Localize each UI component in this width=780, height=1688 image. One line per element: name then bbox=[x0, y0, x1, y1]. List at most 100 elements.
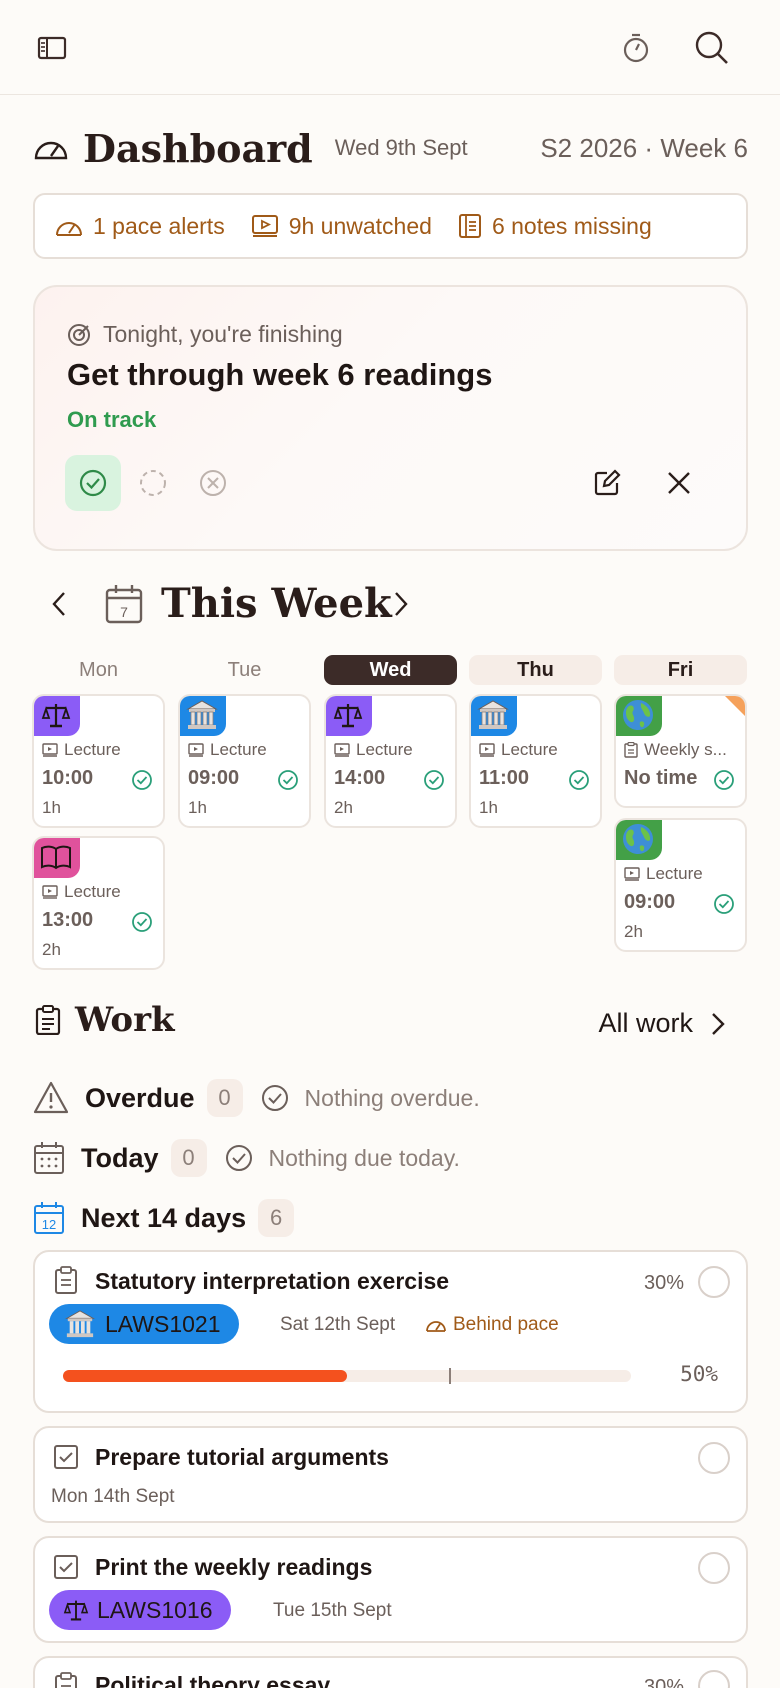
task-card[interactable]: Political theory essay 30% bbox=[33, 1656, 748, 1688]
event-card[interactable]: Lecture 11:00 1h bbox=[469, 694, 602, 828]
task-weight: 30% bbox=[643, 1676, 684, 1688]
check-circle-icon bbox=[568, 769, 590, 791]
chevron-right-icon bbox=[693, 1012, 725, 1036]
alert-unwatched[interactable]: 9h unwatched bbox=[251, 213, 432, 240]
event-card[interactable]: Lecture 09:00 1h bbox=[178, 694, 311, 828]
sidebar-toggle-icon[interactable] bbox=[32, 28, 72, 68]
task-complete-checkbox[interactable] bbox=[698, 1670, 730, 1688]
event-duration: 1h bbox=[42, 798, 61, 817]
task-complete-checkbox[interactable] bbox=[698, 1266, 730, 1298]
event-time: No time bbox=[624, 767, 698, 789]
day-header-wed[interactable]: Wed bbox=[324, 655, 457, 685]
task-due-date: Tue 15th Sept bbox=[273, 1600, 392, 1621]
next-count: 6 bbox=[258, 1199, 295, 1237]
event-duration: 2h bbox=[42, 940, 61, 959]
event-time: 09:00 bbox=[188, 767, 240, 789]
gauge-icon bbox=[425, 1317, 453, 1333]
previous-week-button[interactable] bbox=[41, 586, 77, 622]
notes-icon bbox=[624, 742, 644, 758]
mark-done-button[interactable] bbox=[65, 455, 121, 511]
overdue-row: Overdue 0 Nothing overdue. bbox=[33, 1076, 480, 1120]
gauge-icon bbox=[33, 134, 69, 162]
clipboard-icon bbox=[53, 1672, 79, 1688]
check-circle-icon bbox=[131, 769, 153, 791]
edit-goal-button[interactable] bbox=[579, 455, 635, 511]
overdue-empty: Nothing overdue. bbox=[261, 1084, 480, 1112]
pace-warning: Behind pace bbox=[425, 1314, 559, 1336]
event-time: 14:00 bbox=[334, 767, 386, 789]
tonight-label: Tonight, you're finishing bbox=[67, 321, 343, 348]
check-circle-icon bbox=[423, 769, 445, 791]
day-header-fri[interactable]: Fri bbox=[614, 655, 747, 685]
video-icon bbox=[334, 743, 356, 757]
event-kind: Lecture bbox=[334, 740, 413, 760]
scales-icon bbox=[63, 1598, 97, 1622]
scales-icon bbox=[326, 696, 372, 736]
event-card[interactable]: Lecture 09:00 2h bbox=[614, 818, 747, 952]
event-card[interactable]: Lecture 13:00 2h bbox=[32, 836, 165, 970]
event-kind: Lecture bbox=[42, 740, 121, 760]
day-header-thu[interactable]: Thu bbox=[469, 655, 602, 685]
course-chip[interactable]: LAWS1016 bbox=[49, 1590, 231, 1630]
next-week-button[interactable] bbox=[383, 586, 419, 622]
globe-icon bbox=[616, 696, 662, 736]
task-card[interactable]: Statutory interpretation exercise 30% LA… bbox=[33, 1250, 748, 1413]
alert-pace[interactable]: 1 pace alerts bbox=[55, 213, 225, 240]
calendar-icon: 12 bbox=[33, 1201, 65, 1235]
video-icon bbox=[479, 743, 501, 757]
check-circle-icon bbox=[225, 1144, 269, 1172]
course-chip[interactable]: LAWS1021 bbox=[49, 1304, 239, 1344]
event-time: 10:00 bbox=[42, 767, 94, 789]
event-duration: 1h bbox=[479, 798, 498, 817]
checkbox-icon bbox=[53, 1554, 79, 1580]
day-header-mon[interactable]: Mon bbox=[32, 655, 165, 685]
task-title: Print the weekly readings bbox=[95, 1554, 373, 1580]
event-card[interactable]: Lecture 10:00 1h bbox=[32, 694, 165, 828]
event-duration: 2h bbox=[624, 922, 643, 941]
mark-partial-button[interactable] bbox=[125, 455, 181, 511]
top-bar bbox=[0, 0, 780, 95]
scales-icon bbox=[34, 696, 80, 736]
overdue-count: 0 bbox=[206, 1079, 243, 1117]
task-card[interactable]: Print the weekly readings LAWS1016 Tue 1… bbox=[33, 1536, 748, 1643]
check-circle-icon bbox=[261, 1084, 305, 1112]
event-time: 11:00 bbox=[479, 767, 530, 789]
next-label: Next 14 days bbox=[81, 1202, 247, 1233]
event-card[interactable]: Lecture 14:00 2h bbox=[324, 694, 457, 828]
event-duration: 1h bbox=[188, 798, 207, 817]
week-header: 7 This Week bbox=[33, 574, 748, 634]
event-kind: Lecture bbox=[188, 740, 267, 760]
day-header-tue[interactable]: Tue bbox=[178, 655, 311, 685]
next-14-days-row: 12 Next 14 days 6 bbox=[33, 1196, 295, 1240]
task-weight: 30% bbox=[643, 1272, 684, 1294]
term-week: S2 2026 · Week 6 bbox=[540, 132, 748, 163]
close-icon[interactable] bbox=[651, 455, 707, 511]
work-header: Work bbox=[35, 1000, 175, 1040]
tonight-goal: Get through week 6 readings bbox=[67, 357, 493, 392]
course-code: LAWS1021 bbox=[105, 1310, 221, 1337]
progress-percent: 50% bbox=[680, 1362, 718, 1386]
task-complete-checkbox[interactable] bbox=[698, 1552, 730, 1584]
video-icon bbox=[42, 743, 64, 757]
alert-label: 6 notes missing bbox=[491, 212, 652, 239]
tonight-card: Tonight, you're finishing Get through we… bbox=[33, 285, 748, 551]
checkbox-icon bbox=[53, 1444, 79, 1470]
event-card[interactable]: Weekly s... No time bbox=[614, 694, 747, 808]
calendar-icon: 7 bbox=[105, 584, 143, 624]
task-complete-checkbox[interactable] bbox=[698, 1442, 730, 1474]
event-kind: Lecture bbox=[479, 740, 558, 760]
task-title: Statutory interpretation exercise bbox=[95, 1268, 450, 1294]
alerts-bar: 1 pace alerts 9h unwatched 6 notes missi… bbox=[33, 193, 748, 259]
clipboard-icon bbox=[53, 1266, 79, 1294]
event-kind: Lecture bbox=[624, 864, 703, 884]
timer-icon[interactable] bbox=[616, 28, 656, 68]
check-circle-icon bbox=[277, 769, 299, 791]
all-work-link[interactable]: All work bbox=[598, 1008, 725, 1039]
today-empty: Nothing due today. bbox=[225, 1144, 460, 1172]
course-code: LAWS1016 bbox=[97, 1596, 213, 1623]
alert-notes[interactable]: 6 notes missing bbox=[458, 213, 652, 240]
event-time: 09:00 bbox=[624, 891, 676, 913]
task-card[interactable]: Prepare tutorial arguments Mon 14th Sept bbox=[33, 1426, 748, 1523]
mark-skipped-button[interactable] bbox=[185, 455, 241, 511]
search-icon[interactable] bbox=[692, 28, 732, 68]
